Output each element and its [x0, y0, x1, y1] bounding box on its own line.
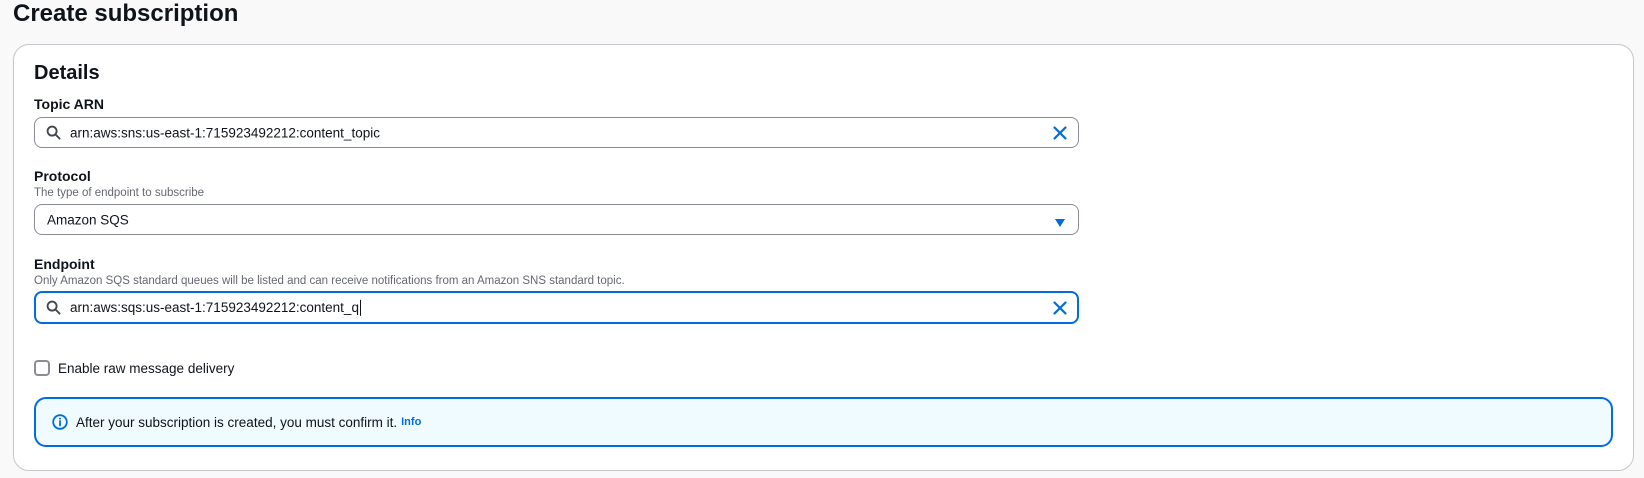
raw-delivery-label[interactable]: Enable raw message delivery: [58, 361, 234, 376]
search-icon: [45, 125, 61, 141]
protocol-selected-value: Amazon SQS: [47, 212, 129, 227]
raw-delivery-checkbox[interactable]: [34, 360, 50, 376]
endpoint-input[interactable]: arn:aws:sqs:us-east-1:715923492212:conte…: [34, 291, 1079, 324]
raw-delivery-row[interactable]: Enable raw message delivery: [34, 359, 234, 377]
caret-down-icon: [1054, 215, 1066, 227]
close-icon[interactable]: [1052, 300, 1068, 316]
endpoint-description: Only Amazon SQS standard queues will be …: [34, 275, 625, 287]
info-link[interactable]: Info: [401, 416, 421, 428]
text-caret: [359, 299, 361, 316]
page-title: Create subscription: [13, 0, 239, 27]
endpoint-value: arn:aws:sqs:us-east-1:715923492212:conte…: [70, 299, 359, 315]
topic-arn-input[interactable]: arn:aws:sns:us-east-1:715923492212:conte…: [34, 117, 1079, 148]
close-icon[interactable]: [1052, 125, 1068, 141]
protocol-description: The type of endpoint to subscribe: [34, 187, 205, 199]
info-alert: After your subscription is created, you …: [34, 397, 1613, 447]
protocol-select[interactable]: Amazon SQS: [34, 204, 1079, 235]
topic-arn-value: arn:aws:sns:us-east-1:715923492212:conte…: [70, 125, 380, 140]
topic-arn-label: Topic ARN: [34, 96, 104, 112]
info-icon: [52, 414, 68, 430]
details-container: Details Topic ARN arn:aws:sns:us-east-1:…: [13, 44, 1634, 471]
endpoint-label: Endpoint: [34, 256, 95, 272]
protocol-label: Protocol: [34, 168, 91, 184]
details-header: Details: [34, 62, 100, 84]
alert-message: After your subscription is created, you …: [76, 414, 398, 430]
create-subscription-page: Create subscription Details Topic ARN ar…: [0, 0, 1644, 478]
endpoint-value-wrap: arn:aws:sqs:us-east-1:715923492212:conte…: [70, 299, 361, 316]
search-icon: [45, 300, 61, 316]
